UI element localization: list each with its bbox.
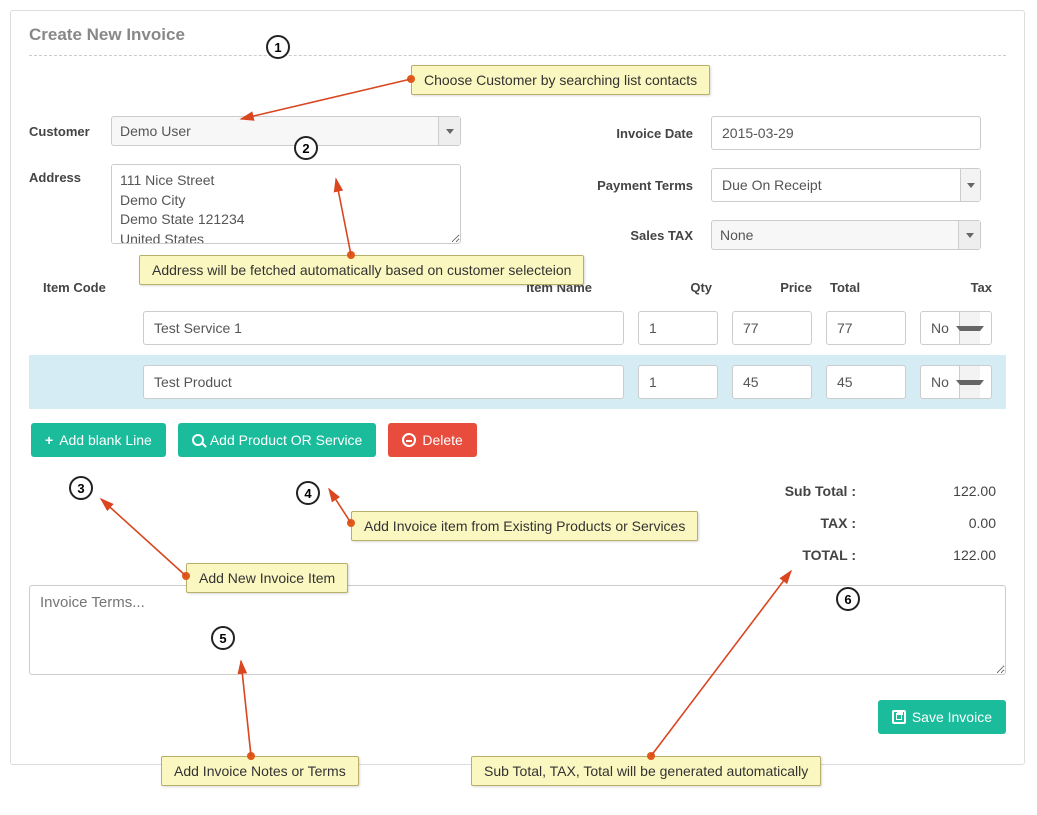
- customer-combobox[interactable]: Demo User: [111, 116, 461, 146]
- subtotal-value: 122.00: [856, 483, 996, 499]
- annotation-badge-2: 2: [294, 136, 318, 160]
- add-product-service-button[interactable]: Add Product OR Service: [178, 423, 377, 457]
- btn-label: Save Invoice: [912, 709, 992, 725]
- annotation-badge-3: 3: [69, 476, 93, 500]
- sales-tax-label: Sales TAX: [576, 228, 711, 243]
- item-tax-value: No: [921, 374, 959, 390]
- item-price-input[interactable]: [732, 311, 812, 345]
- item-row: No: [29, 301, 1006, 355]
- annotation-callout-6: Sub Total, TAX, Total will be generated …: [471, 756, 821, 786]
- divider: [29, 55, 1006, 56]
- annotation-badge-4: 4: [296, 481, 320, 505]
- item-qty-input[interactable]: [638, 311, 718, 345]
- annotation-badge-1: 1: [266, 35, 290, 59]
- col-qty: Qty: [622, 280, 712, 295]
- payment-terms-label: Payment Terms: [576, 178, 711, 193]
- item-qty-input[interactable]: [638, 365, 718, 399]
- annotation-callout-4: Add Invoice item from Existing Products …: [351, 511, 698, 541]
- customer-value: Demo User: [120, 123, 191, 139]
- col-total: Total: [812, 280, 902, 295]
- chevron-down-icon: [959, 366, 980, 398]
- chevron-down-icon: [959, 312, 980, 344]
- item-row: No: [29, 355, 1006, 409]
- chevron-down-icon: [438, 117, 460, 145]
- item-total-input[interactable]: [826, 311, 906, 345]
- totals-block: Sub Total : 122.00 TAX : 0.00 TOTAL : 12…: [686, 475, 1006, 571]
- annotation-callout-3: Add New Invoice Item: [186, 563, 348, 593]
- header-fields: Customer Demo User Address Invoice Date …: [29, 116, 1006, 268]
- annotation-badge-6: 6: [836, 587, 860, 611]
- page-title: Create New Invoice: [29, 25, 1006, 45]
- annotation-callout-5: Add Invoice Notes or Terms: [161, 756, 359, 786]
- item-tax-select[interactable]: No: [920, 365, 992, 399]
- item-tax-value: No: [921, 320, 959, 336]
- total-label: TOTAL :: [736, 547, 856, 563]
- address-textarea[interactable]: [111, 164, 461, 244]
- annotation-callout-2: Address will be fetched automatically ba…: [139, 255, 584, 285]
- delete-button[interactable]: Delete: [388, 423, 476, 457]
- search-icon: [192, 434, 204, 446]
- save-icon: [892, 710, 906, 724]
- save-invoice-button[interactable]: Save Invoice: [878, 700, 1006, 734]
- item-name-input[interactable]: [143, 365, 624, 399]
- chevron-down-icon: [958, 221, 980, 249]
- col-tax: Tax: [902, 280, 992, 295]
- customer-label: Customer: [29, 124, 111, 139]
- sales-tax-select[interactable]: None: [711, 220, 981, 250]
- tax-label: TAX :: [736, 515, 856, 531]
- item-actions: + Add blank Line Add Product OR Service …: [31, 423, 1006, 457]
- total-value: 122.00: [856, 547, 996, 563]
- col-price: Price: [712, 280, 812, 295]
- item-tax-select[interactable]: No: [920, 311, 992, 345]
- plus-icon: +: [45, 432, 53, 448]
- invoice-panel: Create New Invoice Customer Demo User Ad…: [10, 10, 1025, 765]
- payment-terms-value: Due On Receipt: [722, 177, 822, 193]
- invoice-date-input[interactable]: [711, 116, 981, 150]
- annotation-badge-5: 5: [211, 626, 235, 650]
- address-label: Address: [29, 164, 111, 185]
- col-item-code: Item Code: [43, 280, 143, 295]
- item-name-input[interactable]: [143, 311, 624, 345]
- minus-circle-icon: [402, 433, 416, 447]
- btn-label: Add Product OR Service: [210, 432, 363, 448]
- btn-label: Delete: [422, 432, 462, 448]
- annotation-callout-1: Choose Customer by searching list contac…: [411, 65, 710, 95]
- sales-tax-value: None: [720, 227, 753, 243]
- invoice-date-label: Invoice Date: [576, 126, 711, 141]
- add-blank-line-button[interactable]: + Add blank Line: [31, 423, 166, 457]
- item-price-input[interactable]: [732, 365, 812, 399]
- btn-label: Add blank Line: [59, 432, 152, 448]
- payment-terms-select[interactable]: Due On Receipt: [711, 168, 981, 202]
- chevron-down-icon: [960, 169, 980, 201]
- item-total-input[interactable]: [826, 365, 906, 399]
- subtotal-label: Sub Total :: [736, 483, 856, 499]
- tax-value: 0.00: [856, 515, 996, 531]
